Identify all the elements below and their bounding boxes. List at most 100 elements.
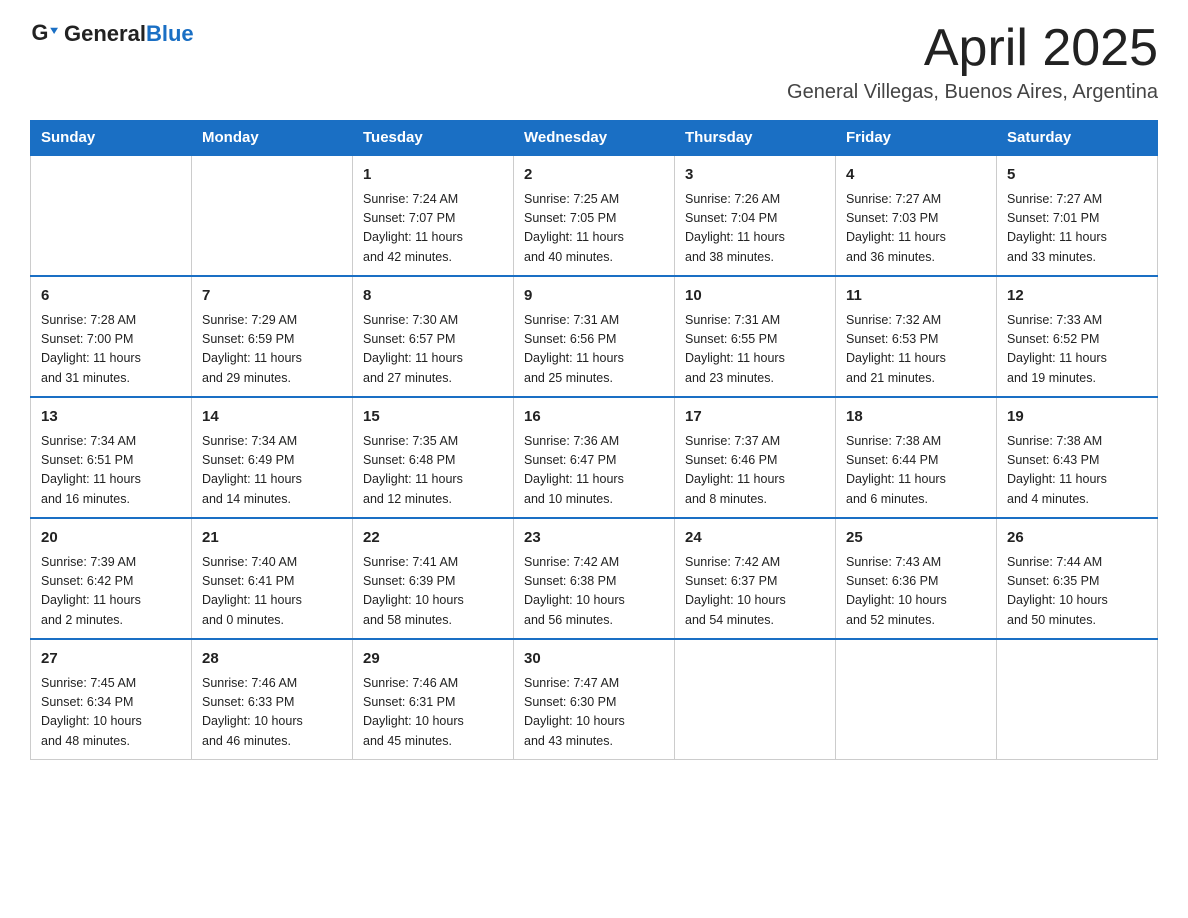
day-detail: Sunrise: 7:31 AMSunset: 6:56 PMDaylight:…: [524, 311, 664, 389]
day-number: 17: [685, 406, 825, 429]
day-number: 25: [846, 527, 986, 550]
day-number: 7: [202, 285, 342, 308]
calendar-day-20: 20 Sunrise: 7:39 AMSunset: 6:42 PMDayligh…: [31, 518, 192, 639]
day-detail: Sunrise: 7:39 AMSunset: 6:42 PMDaylight:…: [41, 553, 181, 631]
calendar-day-22: 22Sunrise: 7:41 AMSunset: 6:39 PMDayligh…: [353, 518, 514, 639]
day-detail: Sunrise: 7:25 AMSunset: 7:05 PMDaylight:…: [524, 190, 664, 268]
calendar-body: 1 Sunrise: 7:24 AMSunset: 7:07 PMDaylight…: [31, 155, 1158, 760]
day-detail: Sunrise: 7:37 AMSunset: 6:46 PMDaylight:…: [685, 432, 825, 510]
calendar-week-row: 20 Sunrise: 7:39 AMSunset: 6:42 PMDayligh…: [31, 518, 1158, 639]
day-detail: Sunrise: 7:43 AMSunset: 6:36 PMDaylight:…: [846, 553, 986, 631]
day-number: 8: [363, 285, 503, 308]
calendar-empty-cell: [997, 639, 1158, 760]
day-detail: Sunrise: 7:41 AMSunset: 6:39 PMDaylight:…: [363, 553, 503, 631]
day-number: 29: [363, 648, 503, 671]
day-detail: Sunrise: 7:38 AMSunset: 6:44 PMDaylight:…: [846, 432, 986, 510]
calendar-week-row: 1 Sunrise: 7:24 AMSunset: 7:07 PMDaylight…: [31, 155, 1158, 276]
location-title: General Villegas, Buenos Aires, Argentin…: [787, 81, 1158, 104]
page-header: G GeneralBlue April 2025 General Villega…: [30, 20, 1158, 104]
calendar-week-row: 6 Sunrise: 7:28 AMSunset: 7:00 PMDaylight…: [31, 276, 1158, 397]
logo-text-blue: Blue: [146, 21, 194, 46]
day-number: 21: [202, 527, 342, 550]
day-number: 10: [685, 285, 825, 308]
day-detail: Sunrise: 7:35 AMSunset: 6:48 PMDaylight:…: [363, 432, 503, 510]
day-number: 14: [202, 406, 342, 429]
day-detail: Sunrise: 7:32 AMSunset: 6:53 PMDaylight:…: [846, 311, 986, 389]
calendar-day-12: 12 Sunrise: 7:33 AMSunset: 6:52 PMDayligh…: [997, 276, 1158, 397]
day-detail: Sunrise: 7:26 AMSunset: 7:04 PMDaylight:…: [685, 190, 825, 268]
calendar-day-29: 29 Sunrise: 7:46 AMSunset: 6:31 PMDayligh…: [353, 639, 514, 760]
day-number: 5: [1007, 164, 1147, 187]
day-number: 1: [363, 164, 503, 187]
day-number: 6: [41, 285, 181, 308]
calendar-day-17: 17 Sunrise: 7:37 AMSunset: 6:46 PMDayligh…: [675, 397, 836, 518]
day-number: 11: [846, 285, 986, 308]
calendar-empty-cell: [675, 639, 836, 760]
month-title: April 2025: [787, 20, 1158, 77]
calendar-empty-cell: [192, 155, 353, 276]
svg-text:G: G: [32, 20, 49, 45]
day-detail: Sunrise: 7:42 AMSunset: 6:37 PMDaylight:…: [685, 553, 825, 631]
calendar-day-2: 2Sunrise: 7:25 AMSunset: 7:05 PMDaylight…: [514, 155, 675, 276]
calendar-day-13: 13Sunrise: 7:34 AMSunset: 6:51 PMDayligh…: [31, 397, 192, 518]
calendar-day-14: 14 Sunrise: 7:34 AMSunset: 6:49 PMDayligh…: [192, 397, 353, 518]
day-number: 28: [202, 648, 342, 671]
day-detail: Sunrise: 7:46 AMSunset: 6:33 PMDaylight:…: [202, 674, 342, 752]
calendar-day-27: 27Sunrise: 7:45 AMSunset: 6:34 PMDayligh…: [31, 639, 192, 760]
day-header-thursday: Thursday: [675, 121, 836, 156]
day-detail: Sunrise: 7:44 AMSunset: 6:35 PMDaylight:…: [1007, 553, 1147, 631]
calendar-day-26: 26Sunrise: 7:44 AMSunset: 6:35 PMDayligh…: [997, 518, 1158, 639]
day-number: 20: [41, 527, 181, 550]
day-detail: Sunrise: 7:24 AMSunset: 7:07 PMDaylight:…: [363, 190, 503, 268]
day-detail: Sunrise: 7:33 AMSunset: 6:52 PMDaylight:…: [1007, 311, 1147, 389]
calendar-empty-cell: [836, 639, 997, 760]
day-number: 15: [363, 406, 503, 429]
day-header-sunday: Sunday: [31, 121, 192, 156]
calendar-day-30: 30 Sunrise: 7:47 AMSunset: 6:30 PMDayligh…: [514, 639, 675, 760]
day-detail: Sunrise: 7:36 AMSunset: 6:47 PMDaylight:…: [524, 432, 664, 510]
calendar-day-8: 8 Sunrise: 7:30 AMSunset: 6:57 PMDaylight…: [353, 276, 514, 397]
day-number: 24: [685, 527, 825, 550]
calendar-day-25: 25 Sunrise: 7:43 AMSunset: 6:36 PMDayligh…: [836, 518, 997, 639]
calendar-day-10: 10Sunrise: 7:31 AMSunset: 6:55 PMDayligh…: [675, 276, 836, 397]
day-detail: Sunrise: 7:47 AMSunset: 6:30 PMDaylight:…: [524, 674, 664, 752]
day-detail: Sunrise: 7:27 AMSunset: 7:03 PMDaylight:…: [846, 190, 986, 268]
day-detail: Sunrise: 7:38 AMSunset: 6:43 PMDaylight:…: [1007, 432, 1147, 510]
calendar-day-18: 18Sunrise: 7:38 AMSunset: 6:44 PMDayligh…: [836, 397, 997, 518]
day-number: 3: [685, 164, 825, 187]
day-number: 12: [1007, 285, 1147, 308]
calendar-day-9: 9Sunrise: 7:31 AMSunset: 6:56 PMDaylight…: [514, 276, 675, 397]
day-header-tuesday: Tuesday: [353, 121, 514, 156]
day-detail: Sunrise: 7:28 AMSunset: 7:00 PMDaylight:…: [41, 311, 181, 389]
logo-text-general: General: [64, 21, 146, 46]
day-number: 27: [41, 648, 181, 671]
calendar-day-15: 15 Sunrise: 7:35 AMSunset: 6:48 PMDayligh…: [353, 397, 514, 518]
days-of-week-row: SundayMondayTuesdayWednesdayThursdayFrid…: [31, 121, 1158, 156]
calendar-day-1: 1 Sunrise: 7:24 AMSunset: 7:07 PMDaylight…: [353, 155, 514, 276]
day-detail: Sunrise: 7:40 AMSunset: 6:41 PMDaylight:…: [202, 553, 342, 631]
day-number: 23: [524, 527, 664, 550]
day-detail: Sunrise: 7:29 AMSunset: 6:59 PMDaylight:…: [202, 311, 342, 389]
calendar-week-row: 13Sunrise: 7:34 AMSunset: 6:51 PMDayligh…: [31, 397, 1158, 518]
calendar-day-3: 3 Sunrise: 7:26 AMSunset: 7:04 PMDaylight…: [675, 155, 836, 276]
day-detail: Sunrise: 7:42 AMSunset: 6:38 PMDaylight:…: [524, 553, 664, 631]
calendar-table: SundayMondayTuesdayWednesdayThursdayFrid…: [30, 120, 1158, 760]
calendar-header: SundayMondayTuesdayWednesdayThursdayFrid…: [31, 121, 1158, 156]
day-header-wednesday: Wednesday: [514, 121, 675, 156]
day-number: 13: [41, 406, 181, 429]
calendar-day-24: 24 Sunrise: 7:42 AMSunset: 6:37 PMDayligh…: [675, 518, 836, 639]
day-detail: Sunrise: 7:46 AMSunset: 6:31 PMDaylight:…: [363, 674, 503, 752]
calendar-day-23: 23 Sunrise: 7:42 AMSunset: 6:38 PMDayligh…: [514, 518, 675, 639]
day-detail: Sunrise: 7:27 AMSunset: 7:01 PMDaylight:…: [1007, 190, 1147, 268]
day-number: 30: [524, 648, 664, 671]
calendar-day-16: 16Sunrise: 7:36 AMSunset: 6:47 PMDayligh…: [514, 397, 675, 518]
day-header-monday: Monday: [192, 121, 353, 156]
day-detail: Sunrise: 7:34 AMSunset: 6:49 PMDaylight:…: [202, 432, 342, 510]
calendar-empty-cell: [31, 155, 192, 276]
calendar-day-7: 7 Sunrise: 7:29 AMSunset: 6:59 PMDaylight…: [192, 276, 353, 397]
day-detail: Sunrise: 7:30 AMSunset: 6:57 PMDaylight:…: [363, 311, 503, 389]
day-header-friday: Friday: [836, 121, 997, 156]
day-number: 19: [1007, 406, 1147, 429]
calendar-day-19: 19 Sunrise: 7:38 AMSunset: 6:43 PMDayligh…: [997, 397, 1158, 518]
calendar-day-21: 21 Sunrise: 7:40 AMSunset: 6:41 PMDayligh…: [192, 518, 353, 639]
